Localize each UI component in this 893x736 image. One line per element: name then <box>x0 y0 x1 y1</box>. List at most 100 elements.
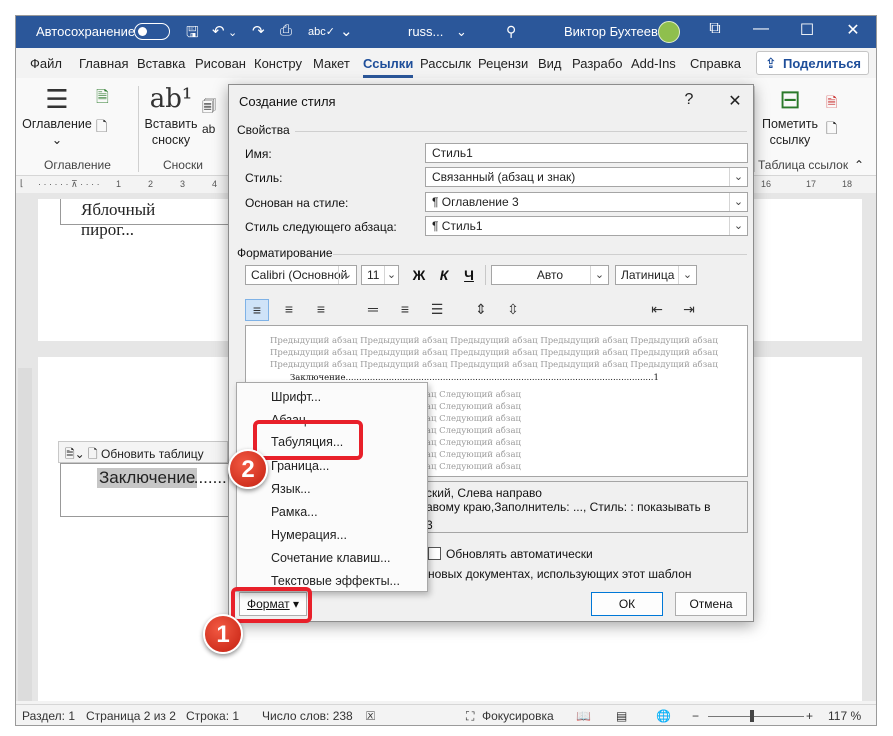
font-select[interactable]: Calibri (Основной ⌄ <box>245 265 357 285</box>
insert-footnote-button[interactable]: ab¹ Вставить сноску <box>142 84 200 148</box>
status-word-count[interactable]: Число слов: 238 <box>262 709 353 723</box>
insert-toa-icon[interactable]: 🗎 <box>826 92 837 116</box>
read-mode-icon[interactable]: 📖 <box>576 709 591 723</box>
zoom-slider[interactable] <box>708 716 804 717</box>
cancel-button[interactable]: Отмена <box>675 592 747 616</box>
dialog-close-button[interactable]: ✕ <box>723 91 747 111</box>
add-text-icon[interactable]: 🗎 <box>96 86 109 113</box>
print-icon[interactable]: ⎙ <box>280 22 292 39</box>
chevron-down-icon[interactable]: ⌄ <box>384 266 398 284</box>
tab-selector-icon[interactable]: ⌊ <box>20 178 24 189</box>
status-page[interactable]: Страница 2 из 2 <box>86 709 176 723</box>
chevron-down-icon[interactable]: ⌄ <box>729 168 747 186</box>
font-size-select[interactable]: 11 ⌄ <box>361 265 399 285</box>
tab-mailings[interactable]: Рассылк <box>420 56 471 71</box>
minimize-icon[interactable]: — <box>746 20 776 38</box>
close-icon[interactable]: ✕ <box>838 20 868 40</box>
increase-indent-icon[interactable]: ⇥ <box>677 299 701 321</box>
auto-update-label[interactable]: Обновлять автоматически <box>446 547 593 561</box>
share-button[interactable]: ⇪ Поделиться <box>756 51 869 75</box>
toc-content-control[interactable]: Заключение ........ <box>60 463 230 517</box>
undo-icon[interactable]: ↶ <box>212 22 225 40</box>
menu-item-border[interactable]: Граница... <box>271 459 329 473</box>
chevron-down-icon[interactable]: ⌄ <box>338 266 356 284</box>
menu-item-shortcut-key[interactable]: Сочетание клавиш... <box>271 551 391 565</box>
style-type-select[interactable]: Связанный (абзац и знак) ⌄ <box>425 167 748 187</box>
font-color-select[interactable]: Авто ⌄ <box>491 265 609 285</box>
ok-button[interactable]: ОК <box>591 592 663 616</box>
decrease-indent-icon[interactable]: ⇤ <box>645 299 669 321</box>
redo-icon[interactable]: ↷ <box>252 22 265 40</box>
menu-item-text-effects[interactable]: Текстовые эффекты... <box>271 574 400 588</box>
insert-endnote-icon[interactable]: 🗐 <box>202 96 216 120</box>
focus-label[interactable]: Фокусировка <box>482 709 554 723</box>
zoom-slider-thumb[interactable] <box>750 710 754 722</box>
align-left-icon[interactable]: ≡ <box>245 299 269 321</box>
tab-design[interactable]: Констру <box>254 56 302 71</box>
bold-button[interactable]: Ж <box>409 267 429 283</box>
chevron-down-icon[interactable]: ⌄ <box>590 266 608 284</box>
spacing-decrease-icon[interactable]: ⇳ <box>501 299 525 321</box>
auto-update-checkbox[interactable] <box>428 547 441 560</box>
proofing-icon[interactable]: 🗵 <box>366 709 375 724</box>
update-table-icon[interactable]: 🗋 <box>96 116 107 140</box>
collapse-ribbon-icon[interactable]: ⌃ <box>854 158 864 172</box>
menu-item-font[interactable]: Шрифт... <box>271 390 321 404</box>
ribbon-display-icon[interactable]: ⧉ <box>700 20 730 38</box>
next-style-select[interactable]: ¶ Стиль1 ⌄ <box>425 216 748 236</box>
web-layout-icon[interactable]: 🌐 <box>656 709 671 723</box>
customize-qat-icon[interactable]: ⌄ <box>340 22 353 40</box>
menu-item-frame[interactable]: Рамка... <box>271 505 318 519</box>
tab-help[interactable]: Справка <box>690 56 741 71</box>
focus-icon[interactable]: ⛶ <box>466 709 474 724</box>
based-on-select[interactable]: ¶ Оглавление 3 ⌄ <box>425 192 748 212</box>
chevron-down-icon[interactable]: ⌄ <box>729 193 747 211</box>
print-layout-icon[interactable]: ▤ <box>616 709 627 723</box>
search-icon[interactable]: ⚲ <box>506 23 516 40</box>
tab-developer[interactable]: Разрабо <box>572 56 622 71</box>
doc-name-chevron-icon[interactable]: ⌄ <box>456 24 467 40</box>
spacing-increase-icon[interactable]: ⇕ <box>469 299 493 321</box>
line-spacing-double-icon[interactable]: ☰ <box>425 299 449 321</box>
script-select[interactable]: Латиница ⌄ <box>615 265 697 285</box>
chevron-down-icon[interactable]: ⌄ <box>729 217 747 235</box>
menu-item-language[interactable]: Язык... <box>271 482 311 496</box>
toc-entry-text[interactable]: Заключение <box>97 468 198 488</box>
tab-addins[interactable]: Add-Ins <box>631 56 676 71</box>
spelling-icon[interactable]: abc✓ <box>308 25 335 38</box>
undo-dropdown-icon[interactable]: ⌄ <box>228 26 237 39</box>
tab-layout[interactable]: Макет <box>313 56 350 71</box>
status-section[interactable]: Раздел: 1 <box>22 709 75 723</box>
align-right-icon[interactable]: ≡ <box>309 299 333 321</box>
mark-citation-button[interactable]: ⊟ Пометить ссылку <box>756 84 824 148</box>
avatar[interactable] <box>658 21 680 43</box>
toc-line[interactable]: Яблочный пирог... <box>60 199 230 239</box>
zoom-level[interactable]: 117 % <box>828 709 861 723</box>
help-button[interactable]: ? <box>677 91 701 109</box>
next-footnote-icon[interactable]: ab <box>202 122 215 136</box>
tab-home[interactable]: Главная <box>79 56 128 71</box>
underline-button[interactable]: Ч <box>459 267 479 283</box>
tab-file[interactable]: Файл <box>30 56 62 71</box>
vertical-ruler[interactable] <box>18 368 32 701</box>
style-name-input[interactable]: Стиль1 <box>425 143 748 163</box>
toc-button[interactable]: ☰ Оглавление ⌄ <box>22 84 92 148</box>
toc-content-control-toolbar[interactable]: 🗎⌄ 🗋 Обновить таблицу <box>58 441 228 463</box>
align-center-icon[interactable]: ≡ <box>277 299 301 321</box>
tab-references[interactable]: Ссылки <box>363 56 414 78</box>
zoom-in-icon[interactable]: + <box>806 709 813 723</box>
tab-draw[interactable]: Рисован <box>195 56 246 71</box>
new-documents-label[interactable]: новых документах, использующих этот шабл… <box>428 567 692 581</box>
maximize-icon[interactable]: ☐ <box>792 20 822 40</box>
tab-insert[interactable]: Вставка <box>137 56 185 71</box>
line-spacing-single-icon[interactable]: ═ <box>361 299 385 321</box>
status-line[interactable]: Строка: 1 <box>186 709 239 723</box>
chevron-down-icon[interactable]: ⌄ <box>678 266 696 284</box>
italic-button[interactable]: К <box>434 267 454 283</box>
menu-item-numbering[interactable]: Нумерация... <box>271 528 347 542</box>
line-spacing-onehalf-icon[interactable]: ≡ <box>393 299 417 321</box>
update-toa-icon[interactable]: 🗋 <box>826 118 837 142</box>
tab-view[interactable]: Вид <box>538 56 562 71</box>
zoom-out-icon[interactable]: − <box>692 709 699 723</box>
save-icon[interactable]: 🖫 <box>186 22 199 47</box>
